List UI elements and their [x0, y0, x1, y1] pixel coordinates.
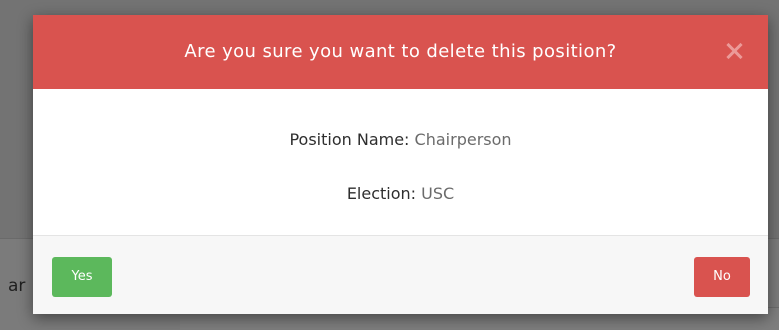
- close-icon[interactable]: [724, 41, 744, 61]
- position-name-label: Position Name:: [289, 130, 410, 149]
- position-name-value: Chairperson: [414, 130, 512, 149]
- election-label: Election:: [346, 184, 417, 203]
- dialog-title: Are you sure you want to delete this pos…: [184, 41, 617, 62]
- delete-position-dialog: Are you sure you want to delete this pos…: [33, 15, 768, 314]
- position-name-line: Position Name: Chairperson: [33, 129, 768, 151]
- dialog-body: Position Name: Chairperson Election: USC: [33, 89, 768, 235]
- no-button[interactable]: No: [694, 257, 750, 297]
- yes-button[interactable]: Yes: [52, 257, 112, 297]
- election-value: USC: [421, 184, 455, 203]
- backdrop-partial-text: ar: [8, 276, 26, 296]
- election-line: Election: USC: [33, 183, 768, 205]
- dialog-header: Are you sure you want to delete this pos…: [33, 15, 768, 89]
- dialog-footer: Yes No: [33, 235, 768, 314]
